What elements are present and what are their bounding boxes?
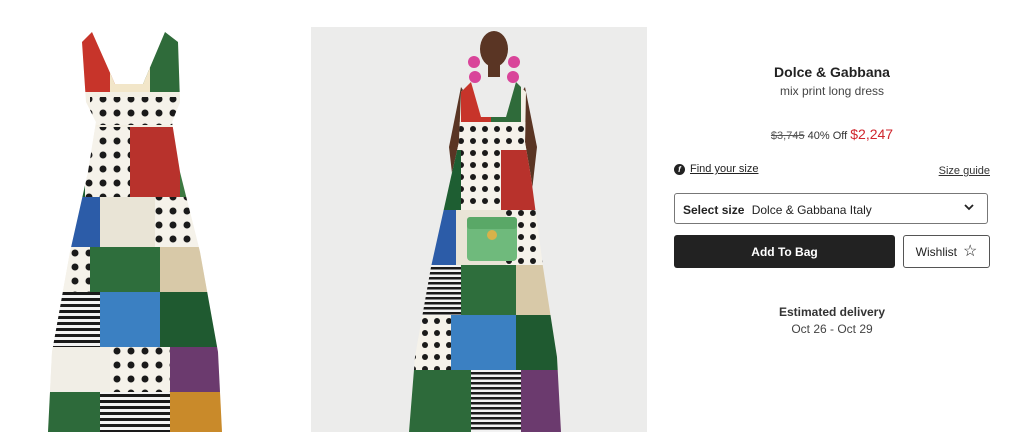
fit-icon: f	[674, 163, 685, 175]
find-your-size-link[interactable]: f Find your size	[674, 163, 758, 175]
product-image-front[interactable]	[40, 22, 230, 432]
product-info-panel: Dolce & Gabbana mix print long dress $3,…	[674, 0, 990, 432]
size-select-text: Select size Dolce & Gabbana Italy	[683, 203, 872, 217]
sale-price: $2,247	[850, 126, 894, 142]
find-your-size-label: Find your size	[690, 163, 759, 175]
delivery-range: Oct 26 - Oct 29	[791, 322, 873, 336]
add-to-bag-button[interactable]: Add To Bag	[674, 235, 895, 268]
chevron-down-icon	[963, 201, 975, 216]
size-select-label: Select size	[683, 203, 745, 217]
size-select[interactable]: Select size Dolce & Gabbana Italy	[674, 193, 988, 224]
price-row: $3,745 40% Off $2,247	[674, 126, 990, 142]
size-select-value: Dolce & Gabbana Italy	[751, 203, 872, 217]
product-brand[interactable]: Dolce & Gabbana	[674, 64, 990, 80]
star-icon: ☆	[963, 242, 978, 260]
size-help-row: f Find your size Size guide	[674, 163, 990, 179]
product-image-model[interactable]	[311, 27, 647, 432]
size-guide-link[interactable]: Size guide	[939, 165, 990, 177]
discount-label: 40% Off	[807, 130, 848, 142]
original-price: $3,745	[770, 130, 805, 142]
wishlist-button[interactable]: Wishlist ☆	[903, 235, 990, 268]
wishlist-label: Wishlist	[915, 244, 957, 259]
product-name: mix print long dress	[779, 84, 885, 98]
delivery-label: Estimated delivery	[778, 305, 886, 319]
